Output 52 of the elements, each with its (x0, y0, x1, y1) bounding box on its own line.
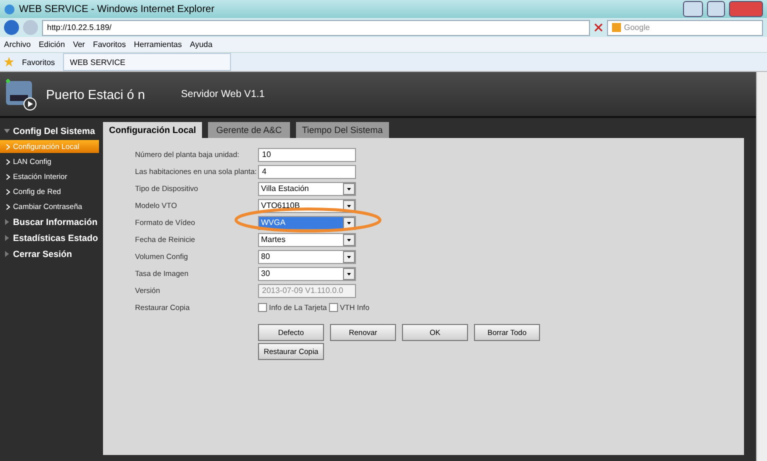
caret-icon (343, 182, 355, 194)
favorites-label[interactable]: Favoritos (22, 58, 55, 66)
maximize-button[interactable] (707, 1, 725, 17)
dropdown[interactable]: Villa Estación (258, 182, 356, 196)
chevron-icon (6, 158, 10, 164)
address-field[interactable]: http://10.22.5.189/ (42, 20, 590, 36)
checkbox[interactable] (258, 303, 267, 312)
caret-icon (343, 234, 355, 246)
checkbox[interactable] (328, 303, 338, 312)
menu-item[interactable]: Ayuda (190, 40, 212, 49)
close-icon[interactable] (594, 23, 603, 32)
triangle-icon (4, 251, 10, 257)
sidebar-group[interactable]: Cerrar Sesión (0, 247, 103, 261)
triangle-icon (4, 235, 10, 241)
caret-icon (343, 268, 355, 280)
chevron-icon (6, 174, 10, 180)
chevron-icon (6, 188, 10, 194)
app-title: Puerto Estaci ó n (46, 86, 145, 102)
window-title: WEB SERVICE - Windows Internet Explorer (19, 4, 216, 14)
input-field[interactable]: 10 (258, 148, 356, 162)
sidebar-group[interactable]: Buscar Información (0, 215, 103, 229)
dropdown[interactable]: 80 (258, 250, 356, 264)
browser-tab[interactable]: WEB SERVICE (62, 53, 231, 71)
scrollbar[interactable] (756, 72, 767, 461)
input-field[interactable]: 4 (258, 164, 356, 178)
menu-item[interactable]: Edición (38, 40, 65, 49)
input-field: 2013-07-09 V1.110.0.0 (258, 284, 356, 298)
caret-icon (343, 216, 355, 228)
search-field[interactable]: Google (607, 20, 763, 36)
dropdown[interactable]: WVGA (258, 216, 356, 230)
caret-icon (343, 250, 355, 262)
dropdown[interactable]: 30 (258, 266, 356, 280)
dropdown[interactable]: Martes (258, 232, 356, 246)
triangle-icon (4, 128, 10, 134)
menu-item[interactable]: Archivo (4, 40, 31, 49)
tab[interactable]: Configuración Local (103, 122, 202, 138)
chevron-icon (6, 144, 10, 150)
minimize-button[interactable] (683, 1, 703, 17)
back-button[interactable] (4, 20, 19, 35)
menu-item[interactable]: Favoritos (92, 40, 126, 49)
sidebar-group[interactable]: Estadísticas Estado (0, 231, 103, 245)
camera-logo-icon (4, 77, 38, 111)
triangle-icon (4, 219, 10, 225)
browser-icon (4, 4, 15, 14)
tab[interactable]: Gerente de A&C (208, 122, 290, 138)
menu-item[interactable]: Ver (72, 40, 85, 49)
menu-item[interactable]: Herramientas (134, 40, 182, 49)
sidebar-group[interactable]: Config Del Sistema (0, 124, 103, 138)
star-icon (4, 57, 14, 67)
app-subtitle: Servidor Web V1.1 (181, 88, 265, 100)
chevron-icon (6, 204, 10, 210)
tab[interactable]: Tiempo Del Sistema (296, 122, 389, 138)
